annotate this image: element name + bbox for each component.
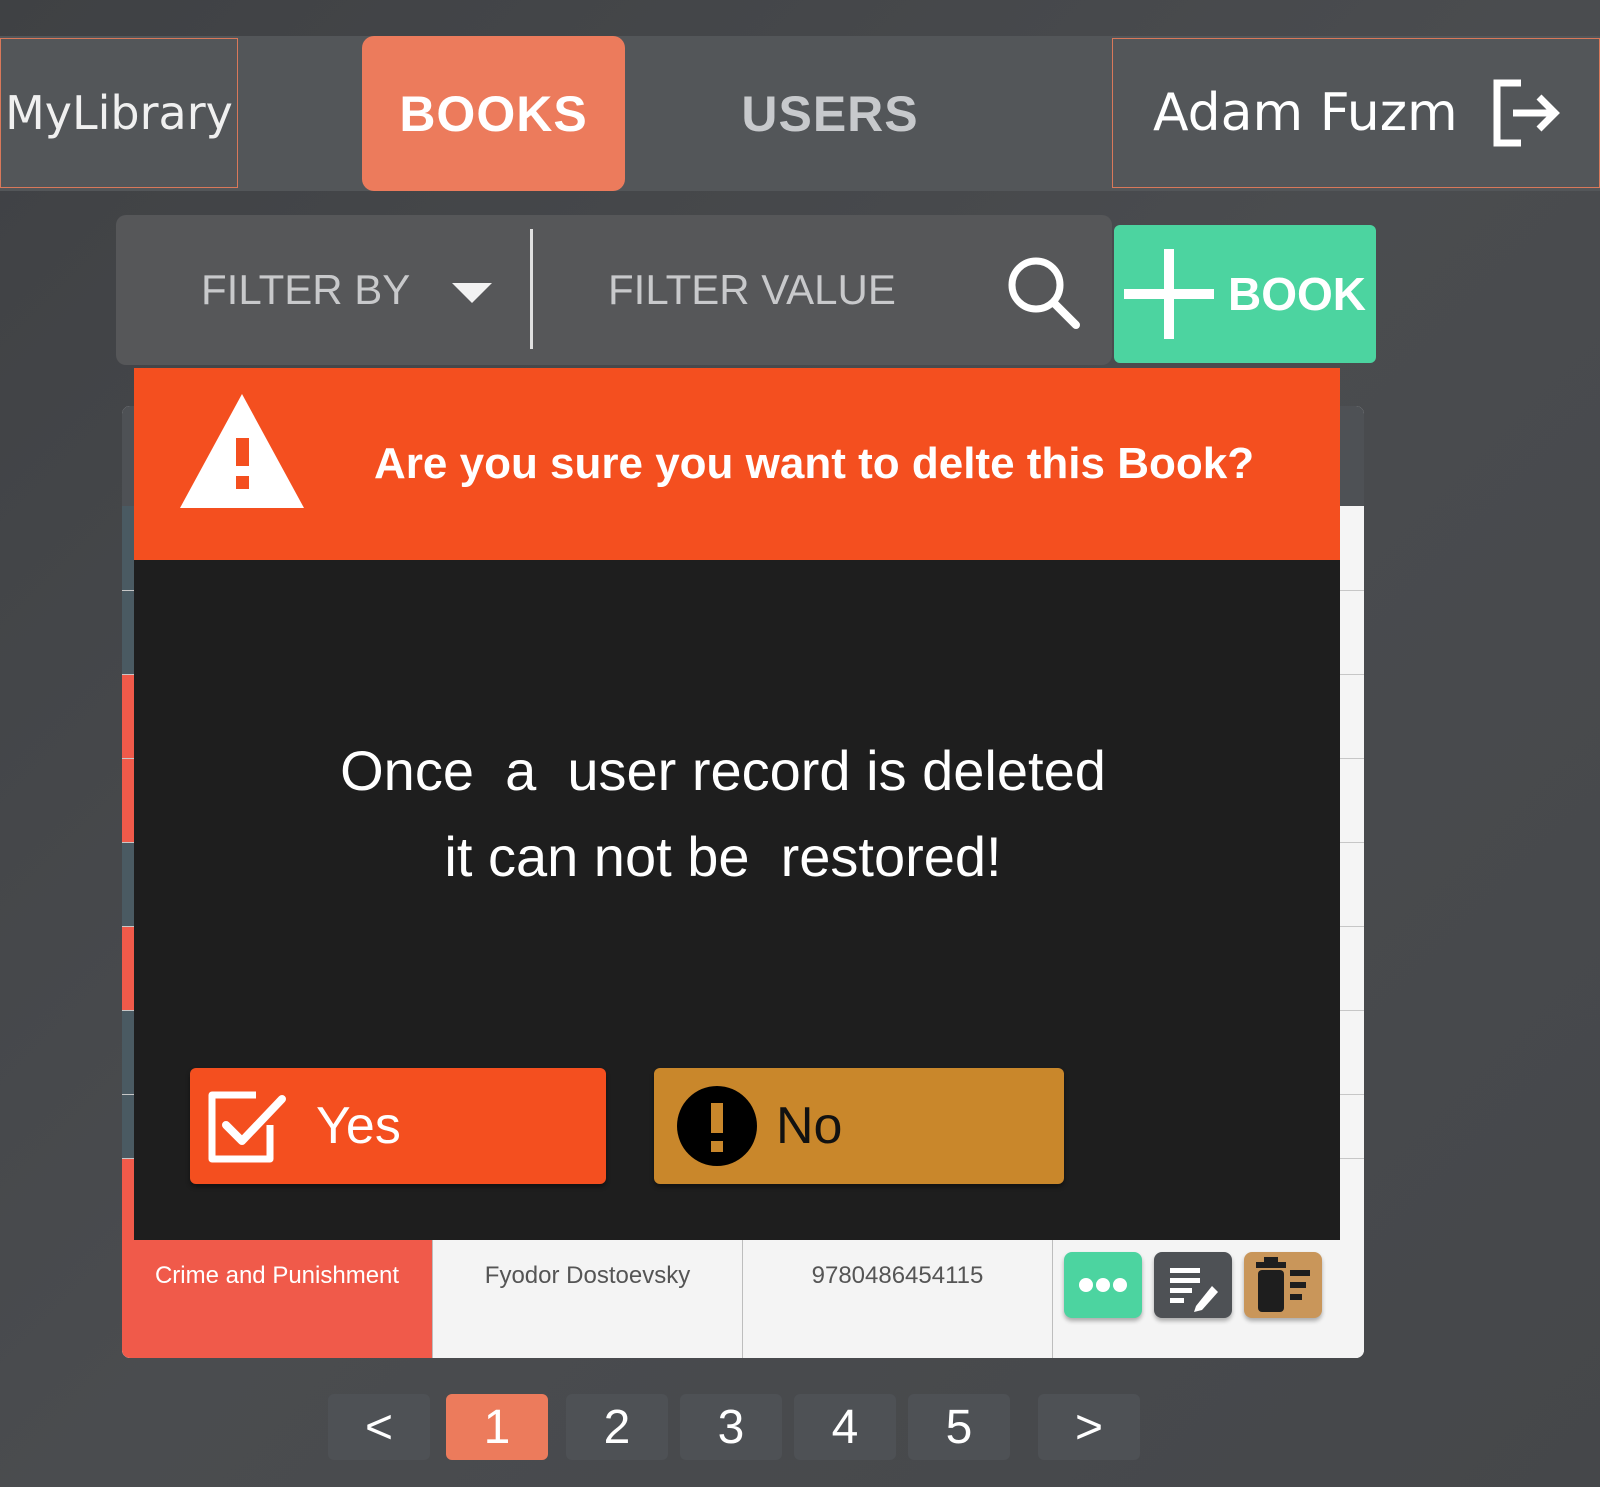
no-label: No	[776, 1097, 843, 1155]
logout-icon[interactable]	[1491, 79, 1563, 147]
checkbox-checked-icon	[208, 1091, 286, 1163]
book-title-cell: Crime and Punishment	[122, 1240, 432, 1358]
modal-title: Are you sure you want to delte this Book…	[374, 439, 1255, 488]
chevron-down-icon[interactable]	[452, 283, 492, 303]
pagination-page-2[interactable]: 2	[566, 1394, 668, 1460]
search-icon[interactable]	[1004, 253, 1082, 331]
confirm-no-button[interactable]: No	[654, 1068, 1064, 1184]
pagination-page-3[interactable]: 3	[680, 1394, 782, 1460]
pagination-next[interactable]: >	[1038, 1394, 1140, 1460]
edit-icon	[1170, 1268, 1218, 1312]
app-logo[interactable]: MyLibrary	[0, 38, 238, 188]
table-row[interactable]: Crime and Punishment Fyodor Dostoevsky 9…	[122, 1240, 1364, 1358]
modal-header: Are you sure you want to delte this Book…	[134, 368, 1340, 560]
exclamation-circle-icon	[677, 1086, 757, 1166]
plus-icon	[1124, 249, 1214, 339]
trash-icon	[1256, 1257, 1310, 1312]
user-name: Adam Fuzm	[1153, 83, 1458, 143]
filter-bar: FILTER BY FILTER VALUE	[116, 215, 1112, 365]
more-button[interactable]	[1064, 1252, 1142, 1318]
pagination-page-1[interactable]: 1	[446, 1394, 548, 1460]
filter-by-dropdown[interactable]: FILTER BY	[201, 215, 410, 365]
delete-confirmation-modal: Are you sure you want to delte this Book…	[134, 368, 1340, 1240]
add-book-button[interactable]: BOOK	[1114, 225, 1376, 363]
filter-value-placeholder: FILTER VALUE	[608, 266, 896, 313]
app-brand: MyLibrary	[5, 86, 233, 140]
add-book-label: BOOK	[1228, 268, 1366, 320]
pagination-page-4[interactable]: 4	[794, 1394, 896, 1460]
filter-value-input[interactable]: FILTER VALUE	[608, 215, 896, 365]
filter-divider	[530, 229, 533, 349]
tab-books[interactable]: BOOKS	[362, 36, 625, 191]
delete-button[interactable]	[1244, 1252, 1322, 1318]
more-icon	[1079, 1278, 1127, 1292]
tab-users[interactable]: USERS	[700, 36, 960, 191]
warning-icon	[180, 394, 304, 508]
confirm-yes-button[interactable]: Yes	[190, 1068, 606, 1184]
tab-books-label: BOOKS	[399, 85, 588, 142]
modal-message: Once a user record is deleted it can not…	[340, 739, 1106, 888]
book-author-cell: Fyodor Dostoevsky	[432, 1240, 742, 1358]
user-menu[interactable]: Adam Fuzm	[1112, 38, 1600, 188]
yes-label: Yes	[316, 1097, 401, 1155]
pagination-prev[interactable]: <	[328, 1394, 430, 1460]
pagination-page-5[interactable]: 5	[908, 1394, 1010, 1460]
book-isbn-cell: 9780486454115	[742, 1240, 1052, 1358]
edit-button[interactable]	[1154, 1252, 1232, 1318]
filter-by-label: FILTER BY	[201, 266, 411, 313]
tab-users-label: USERS	[741, 85, 919, 142]
